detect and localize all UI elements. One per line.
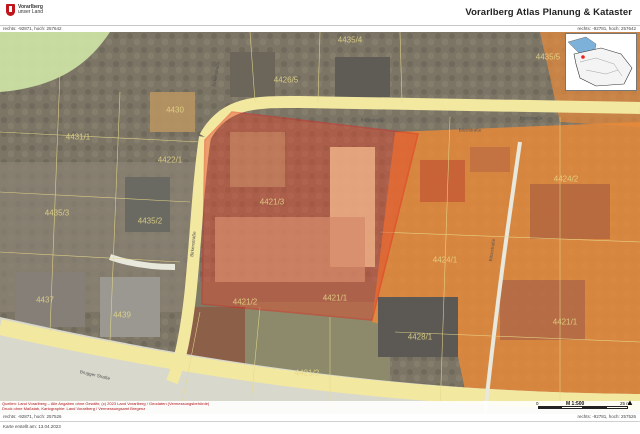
disclaimer-line-2: Druck ohne Maßstab, Kartographie: Land V… [2, 406, 146, 411]
street-label: Bitzestraße [458, 127, 482, 133]
north-arrow-icon: ▲ [626, 398, 634, 407]
vorarlberg-logo: Vorarlberg unser Land [6, 4, 43, 16]
parcel-label: 4424/2 [553, 174, 579, 184]
parcel-label: 4435/2 [137, 216, 163, 226]
parcel-label: 4421/2 [294, 368, 320, 378]
parcel-label: 4431/1 [65, 132, 91, 142]
location-marker-icon [581, 55, 585, 59]
map-created-date: Karte erstellt am: 13.04.2023 [3, 424, 61, 429]
scale-panel: Quellen: Land Vorarlberg – Alle Angaben … [0, 401, 640, 414]
parcel-label: 4428/1 [407, 332, 433, 342]
parcel-label: 4437 [36, 295, 54, 305]
parcel-label: 4426/5 [273, 75, 299, 85]
app-header: Vorarlberg unser Land Vorarlberg Atlas P… [0, 0, 640, 26]
coordinate-bottom-right: rechts: -92781, hoch: 257526 [577, 414, 636, 419]
parcel-label: 4435/3 [44, 208, 70, 218]
coordinate-top-right: rechts: -92781, hoch: 257642 [577, 26, 636, 31]
parcel-label: 4439 [113, 310, 131, 320]
parcel-label: 4421/1 [322, 293, 348, 303]
parcel-label: 4421/1 [552, 317, 578, 327]
coordinate-top-left: rechts: -92871, hoch: 257642 [3, 26, 62, 31]
parcel-label: 4435/4 [337, 35, 363, 45]
parcel-label: 4435/5 [535, 52, 561, 62]
parcel-label: 4421/3 [259, 197, 285, 207]
coat-of-arms-icon [6, 4, 15, 16]
map-view[interactable]: 4435/4 4435/5 4426/5 4430 4431/1 4424/2 … [0, 32, 640, 414]
footer-divider [0, 421, 640, 422]
parcel-label: 4422/1 [157, 155, 183, 165]
street-label: Bitzestraße [519, 115, 543, 121]
parcel-label: 4424/1 [432, 255, 458, 265]
scale-bar [538, 406, 628, 409]
page-title: Vorarlberg Atlas Planung & Kataster [465, 7, 632, 18]
coordinate-bottom-left: rechts: -92871, hoch: 257526 [3, 414, 62, 419]
map-canvas [0, 32, 640, 414]
logo-sublabel: unser Land [18, 9, 44, 15]
street-label: Bitzestraße [360, 117, 384, 123]
overview-map[interactable] [565, 33, 637, 91]
parcel-label: 4430 [166, 105, 184, 115]
parcel-label: 4421/2 [232, 297, 258, 307]
